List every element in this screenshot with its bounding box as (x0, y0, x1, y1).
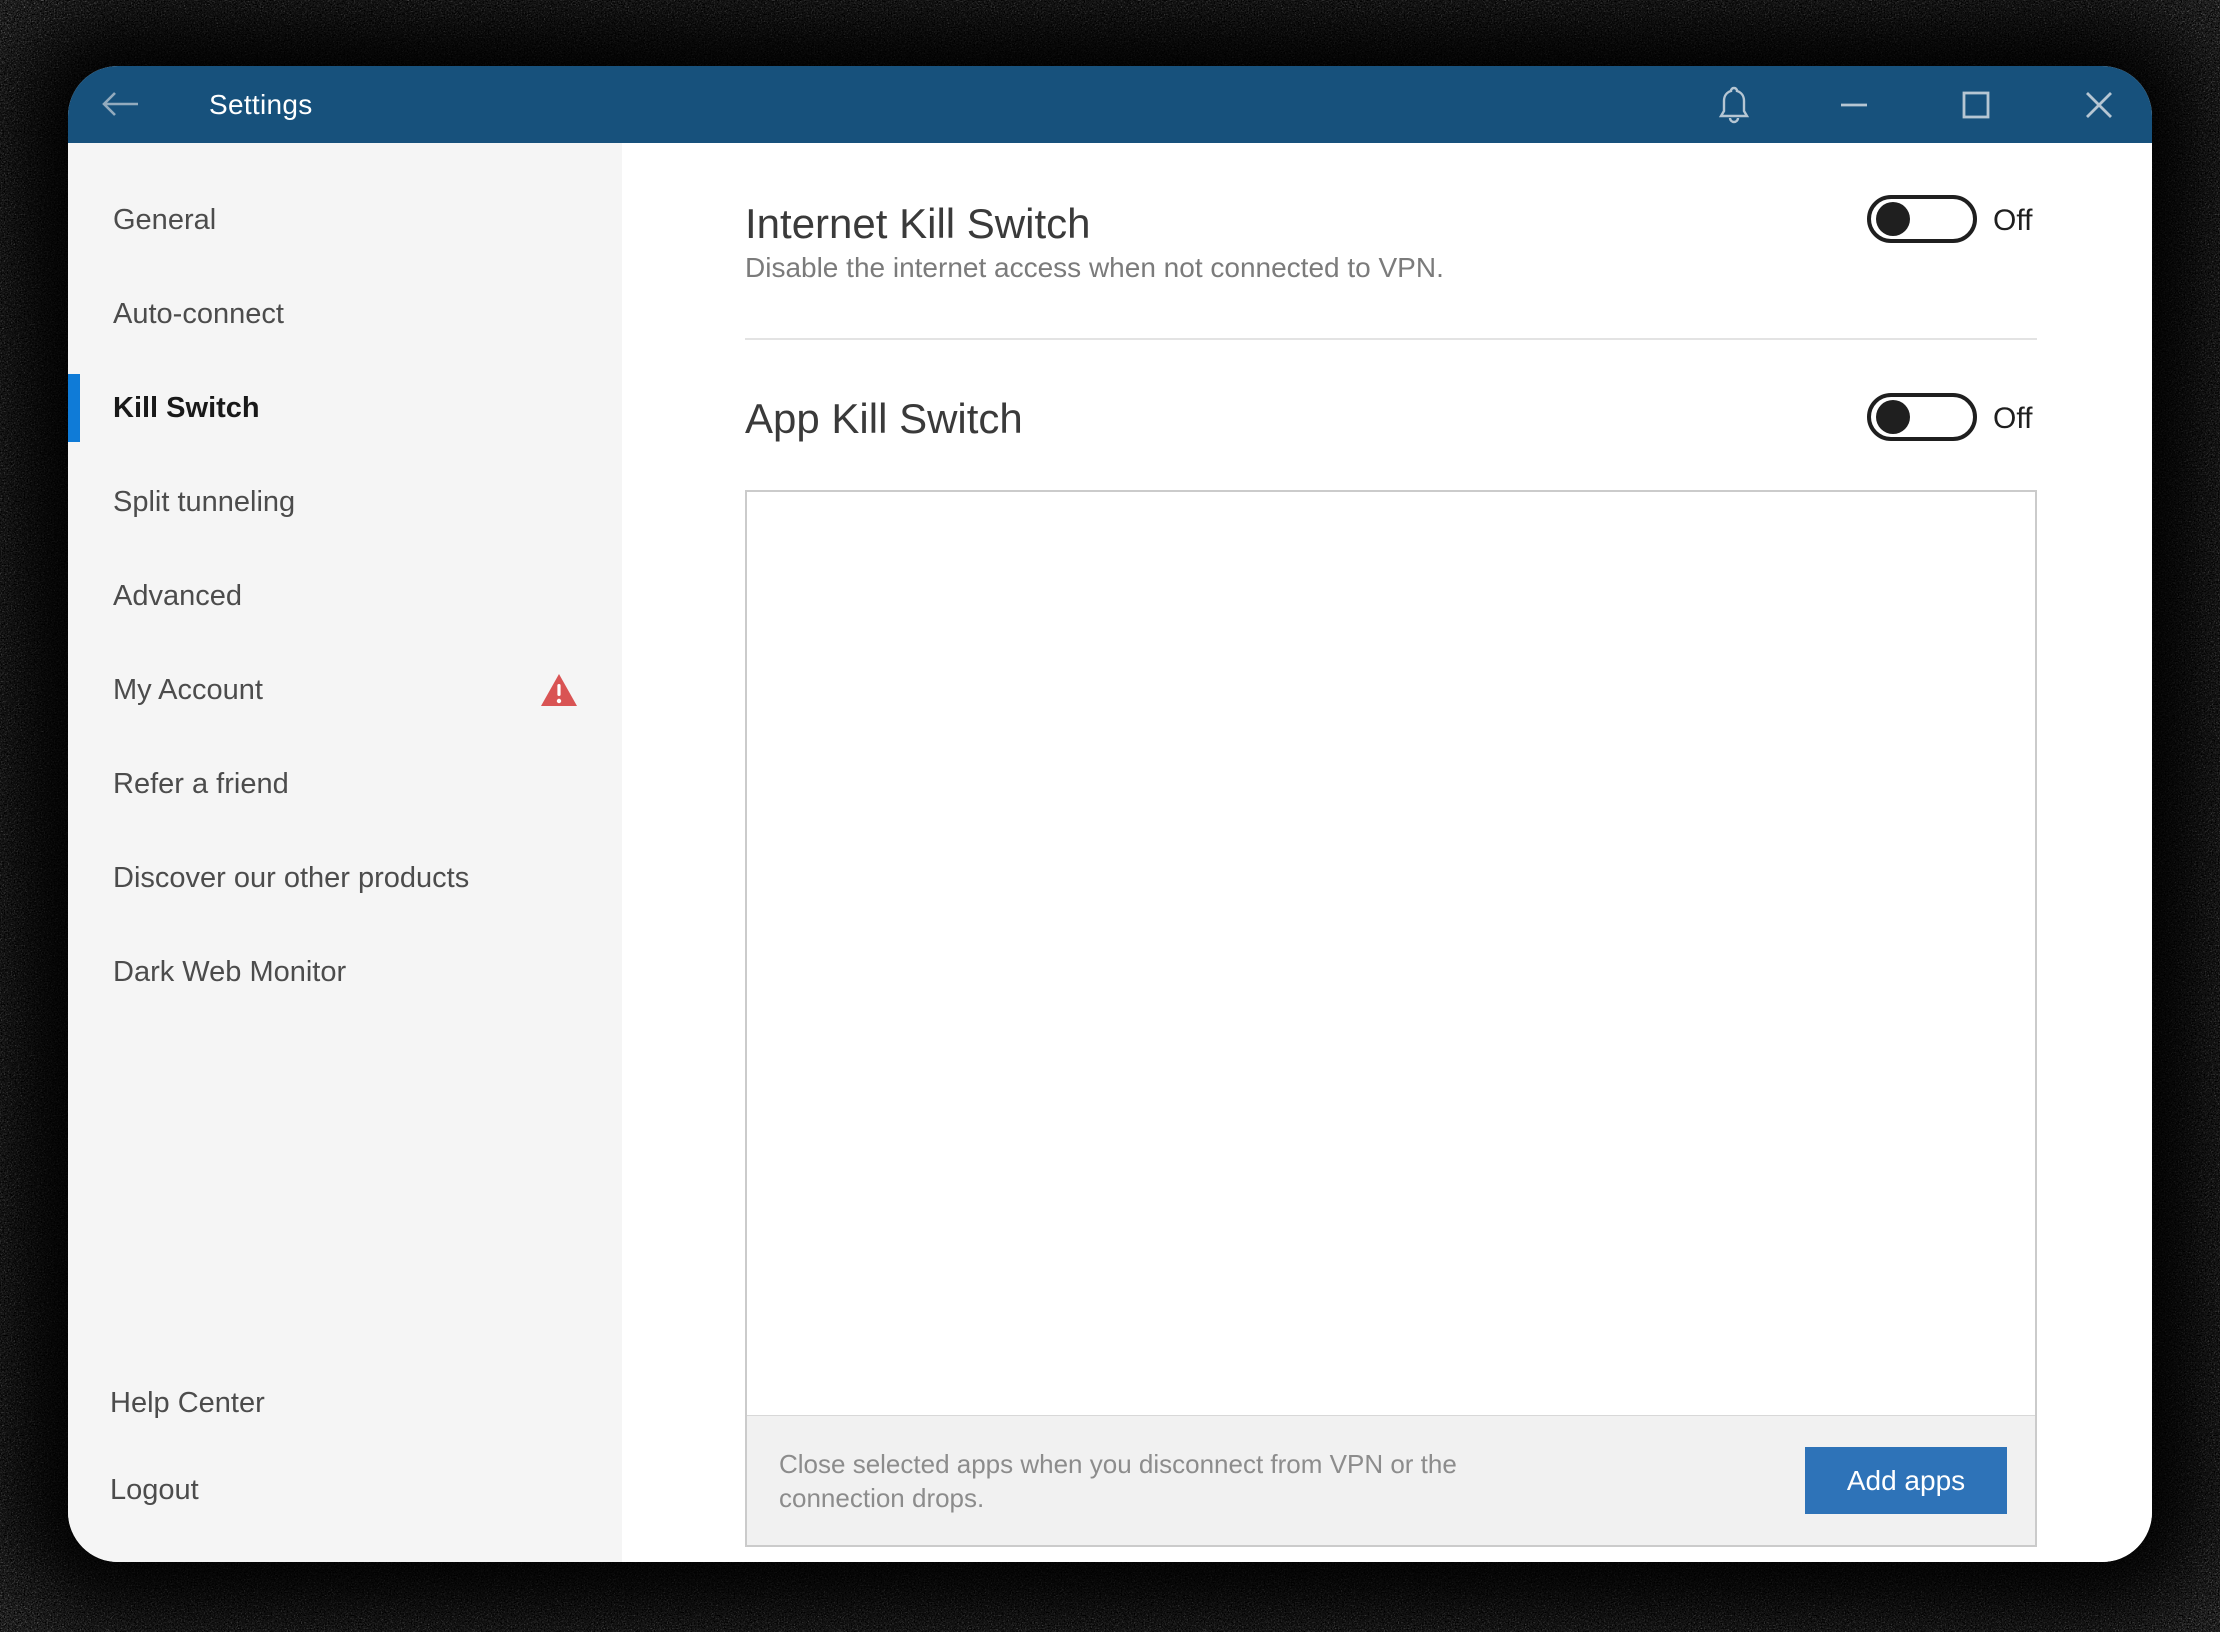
sidebar-item-label: Advanced (113, 579, 242, 612)
minimize-icon (1841, 103, 1867, 106)
internet-kill-switch-description: Disable the internet access when not con… (745, 252, 1444, 283)
sidebar-item-kill-switch[interactable]: Kill Switch (68, 361, 622, 455)
bell-icon (1718, 86, 1750, 123)
sidebar-bottom-nav: Help Center Logout (68, 1360, 622, 1534)
back-button[interactable] (98, 80, 144, 128)
sidebar-item-label: Logout (110, 1474, 199, 1506)
close-button[interactable] (2054, 66, 2144, 143)
toggle-knob (1876, 400, 1910, 434)
internet-kill-switch-toggle[interactable] (1867, 195, 1977, 243)
app-kill-switch-toggle[interactable] (1867, 393, 1977, 441)
main-content: Internet Kill Switch Disable the interne… (622, 143, 2152, 1562)
sidebar-item-refer-a-friend[interactable]: Refer a friend (68, 737, 622, 831)
selected-accent-bar (68, 374, 80, 442)
screen-background: Settings General Auto-connect Kill Switc… (0, 0, 2220, 1632)
notifications-button[interactable] (1689, 66, 1779, 143)
sidebar-item-dark-web-monitor[interactable]: Dark Web Monitor (68, 925, 622, 1019)
sidebar-item-label: Help Center (110, 1387, 265, 1419)
sidebar-item-label: Dark Web Monitor (113, 955, 347, 988)
sidebar: General Auto-connect Kill Switch Split t… (68, 143, 622, 1562)
app-list-footer: Close selected apps when you disconnect … (747, 1415, 2035, 1545)
internet-kill-switch-state: Off (1993, 204, 2033, 237)
title-bar: Settings (68, 66, 2152, 143)
warning-triangle-icon (541, 674, 577, 706)
sidebar-item-label: Split tunneling (113, 485, 296, 518)
sidebar-item-label: My Account (113, 673, 263, 706)
sidebar-nav: General Auto-connect Kill Switch Split t… (68, 173, 622, 1019)
app-list-footer-text: Close selected apps when you disconnect … (779, 1448, 1457, 1513)
minimize-button[interactable] (1809, 66, 1899, 143)
toggle-knob (1876, 202, 1910, 236)
sidebar-item-my-account[interactable]: My Account (68, 643, 622, 737)
internet-kill-switch-title: Internet Kill Switch (745, 200, 1091, 247)
close-icon (2086, 91, 2112, 118)
maximize-button[interactable] (1931, 66, 2021, 143)
app-kill-switch-list-box: Close selected apps when you disconnect … (745, 490, 2037, 1547)
sidebar-item-general[interactable]: General (68, 173, 622, 267)
sidebar-item-help-center[interactable]: Help Center (68, 1360, 622, 1447)
back-arrow-icon (102, 92, 138, 116)
sidebar-item-split-tunneling[interactable]: Split tunneling (68, 455, 622, 549)
sidebar-item-label: General (113, 203, 217, 236)
maximize-icon (1962, 91, 1990, 118)
settings-window: Settings General Auto-connect Kill Switc… (68, 66, 2152, 1562)
sidebar-item-discover-products[interactable]: Discover our other products (68, 831, 622, 925)
app-kill-switch-title: App Kill Switch (745, 395, 1023, 442)
window-title: Settings (209, 88, 313, 120)
sidebar-item-advanced[interactable]: Advanced (68, 549, 622, 643)
app-kill-switch-state: Off (1993, 402, 2033, 435)
sidebar-item-label: Auto-connect (113, 297, 284, 330)
sidebar-item-label: Discover our other products (113, 861, 470, 894)
sidebar-item-auto-connect[interactable]: Auto-connect (68, 267, 622, 361)
add-apps-button[interactable]: Add apps (1805, 1447, 2007, 1514)
section-divider (745, 338, 2037, 340)
sidebar-item-label: Refer a friend (113, 767, 289, 800)
sidebar-item-logout[interactable]: Logout (68, 1447, 622, 1534)
sidebar-item-label: Kill Switch (113, 391, 260, 424)
